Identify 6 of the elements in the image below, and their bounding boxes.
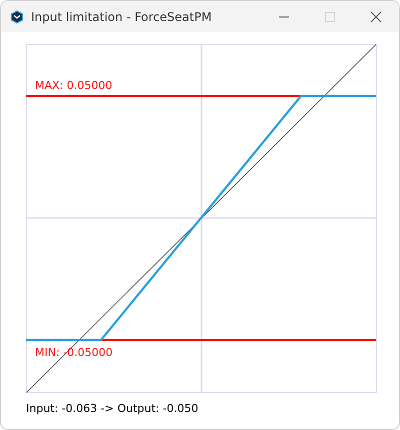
status-text: Input: -0.063 -> Output: -0.050 [26,402,200,415]
close-icon [370,10,382,22]
max-label: MAX: 0.05000 [35,79,112,92]
window-title: Input limitation - ForceSeatPM [31,10,213,24]
app-icon [10,10,24,24]
maximize-icon [324,10,336,22]
